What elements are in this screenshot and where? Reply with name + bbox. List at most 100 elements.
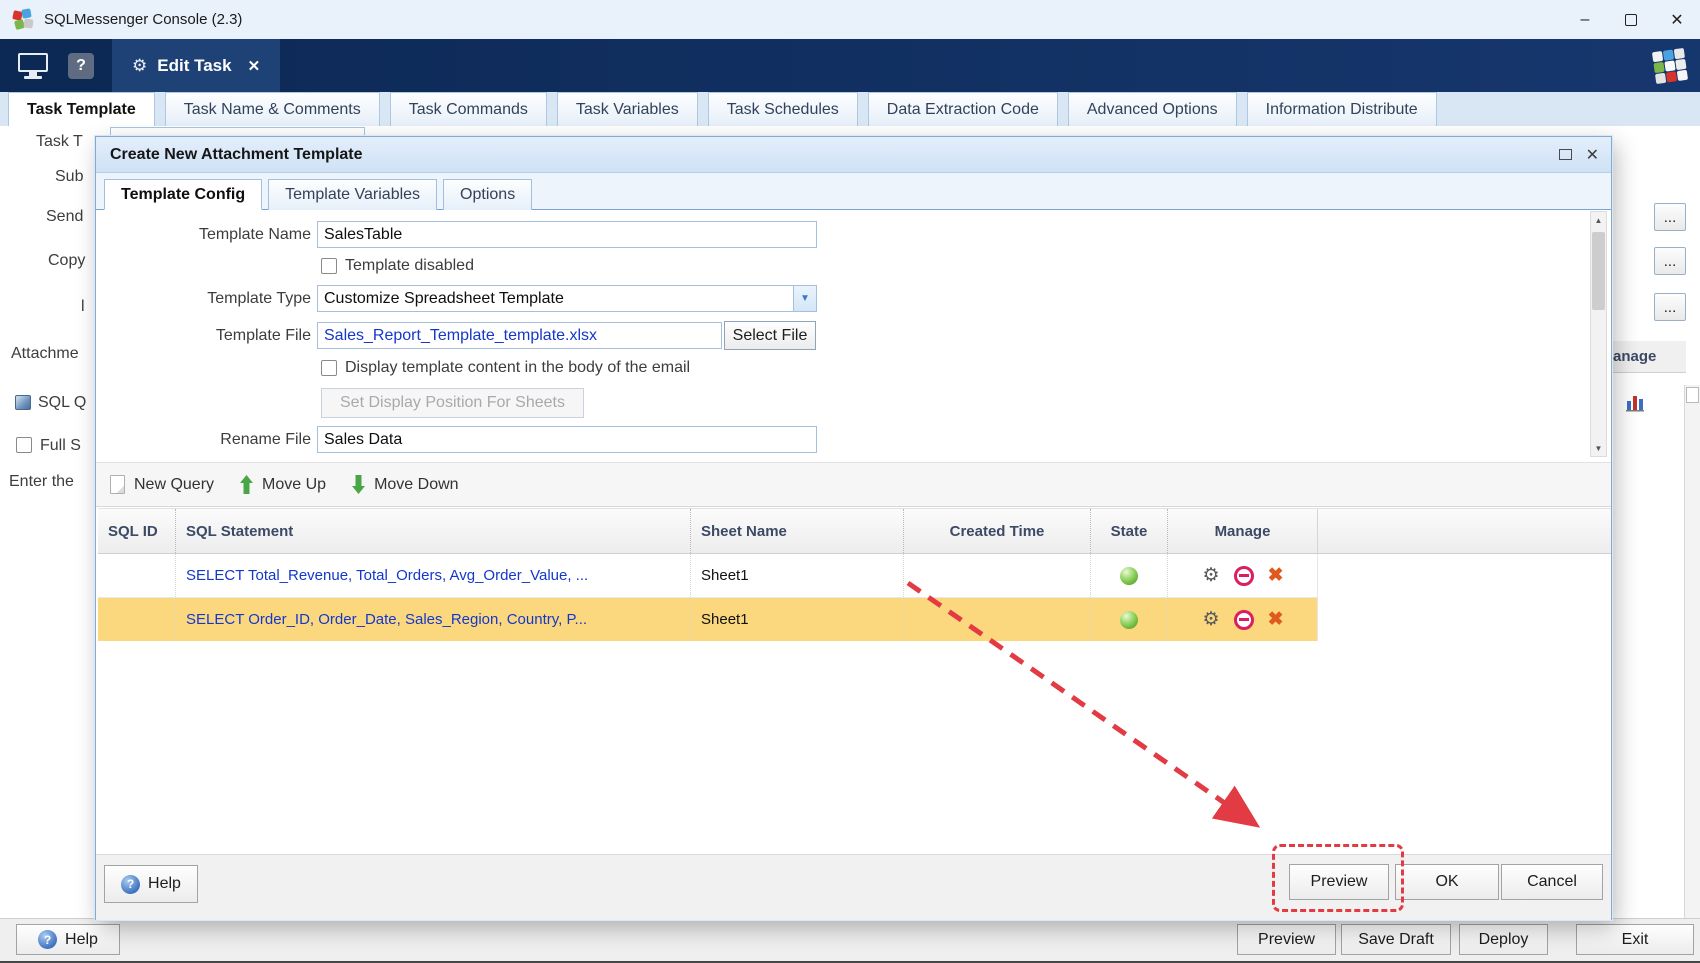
template-disabled-checkbox[interactable] (321, 258, 337, 274)
set-display-position-button[interactable]: Set Display Position For Sheets (321, 388, 584, 418)
template-file-input[interactable] (317, 322, 722, 349)
dialog-titlebar: Create New Attachment Template ✕ (96, 137, 1611, 173)
close-icon[interactable]: ✕ (1654, 0, 1700, 39)
dialog-tabstrip: Template Config Template Variables Optio… (96, 173, 1611, 210)
table-row[interactable]: SELECT Order_ID, Order_Date, Sales_Regio… (98, 598, 1318, 641)
scrollbar-thumb[interactable] (1686, 387, 1699, 403)
tab-template-variables[interactable]: Template Variables (268, 179, 437, 210)
bg-label-attachme: Attachme (11, 345, 79, 363)
arrow-down-icon (352, 475, 365, 494)
chevron-down-icon[interactable]: ▼ (793, 286, 816, 311)
display-content-label: Display template content in the body of … (345, 359, 690, 377)
exit-button[interactable]: Exit (1576, 924, 1694, 955)
tab-advanced-options[interactable]: Advanced Options (1068, 92, 1237, 126)
move-up-label: Move Up (262, 476, 326, 494)
browse-ellipsis-button-3[interactable]: ... (1654, 293, 1686, 321)
sql-table-header: SQL ID SQL Statement Sheet Name Created … (98, 508, 1611, 554)
main-toolbar: ? ⚙ Edit Task ✕ (0, 39, 1700, 92)
row-settings-icon[interactable]: ⚙ (1203, 566, 1220, 585)
deploy-button[interactable]: Deploy (1459, 924, 1548, 955)
bg-label-send: Send (46, 208, 83, 226)
cell-sql-id (98, 554, 176, 597)
cell-sql-statement[interactable]: SELECT Order_ID, Order_Date, Sales_Regio… (176, 598, 691, 641)
bg-label-copy: Copy (48, 252, 85, 270)
full-s-checkbox[interactable] (16, 437, 32, 453)
row-settings-icon[interactable]: ⚙ (1203, 610, 1220, 629)
bg-label-full-s: Full S (40, 437, 81, 455)
move-down-button[interactable]: Move Down (352, 475, 458, 494)
row-delete-icon[interactable]: ✖ (1268, 610, 1284, 629)
arrow-up-icon (240, 475, 253, 494)
right-scrollbar[interactable] (1684, 385, 1700, 918)
tab-task-variables[interactable]: Task Variables (557, 92, 698, 126)
template-type-dropdown[interactable]: Customize Spreadsheet Template ▼ (317, 285, 817, 312)
cell-sheet-name: Sheet1 (691, 598, 904, 641)
save-draft-button[interactable]: Save Draft (1341, 924, 1451, 955)
app-logo-icon (12, 9, 34, 31)
tab-template-config[interactable]: Template Config (104, 179, 262, 210)
main-tabstrip: Task Template Task Name & Comments Task … (0, 92, 1700, 126)
row-disable-icon[interactable] (1234, 566, 1254, 586)
state-green-icon (1120, 567, 1138, 585)
template-name-input[interactable] (317, 221, 817, 248)
bg-label-enter-the: Enter the (9, 473, 74, 491)
dialog-cancel-button[interactable]: Cancel (1501, 864, 1603, 900)
browse-ellipsis-button-2[interactable]: ... (1654, 247, 1686, 275)
new-query-button[interactable]: New Query (110, 475, 214, 494)
bg-manage-header-fragment: anage (1613, 341, 1686, 373)
brand-cubes-icon (1652, 47, 1688, 83)
tab-options[interactable]: Options (443, 179, 532, 210)
tab-task-template[interactable]: Task Template (8, 92, 155, 126)
bottom-help-button[interactable]: ? Help (16, 924, 120, 955)
new-document-icon (110, 475, 125, 494)
col-state[interactable]: State (1091, 509, 1168, 553)
template-type-label: Template Type (96, 290, 311, 308)
dialog-ok-button[interactable]: OK (1395, 864, 1499, 900)
move-up-button[interactable]: Move Up (240, 475, 326, 494)
bottom-preview-button[interactable]: Preview (1237, 924, 1336, 955)
scroll-up-icon[interactable]: ▲ (1591, 212, 1606, 228)
dialog-close-icon[interactable]: ✕ (1586, 145, 1599, 165)
row-delete-icon[interactable]: ✖ (1268, 566, 1284, 585)
minimize-icon[interactable]: – (1562, 0, 1608, 39)
row-disable-icon[interactable] (1234, 610, 1254, 630)
col-manage[interactable]: Manage (1168, 509, 1318, 553)
dialog-scrollbar[interactable]: ▲ ▼ (1590, 211, 1607, 457)
select-file-button[interactable]: Select File (724, 321, 816, 350)
tab-information-distribute[interactable]: Information Distribute (1247, 92, 1437, 126)
col-sql-id[interactable]: SQL ID (98, 509, 176, 553)
browse-ellipsis-button-1[interactable]: ... (1654, 203, 1686, 231)
rename-file-input[interactable] (317, 426, 817, 453)
cell-sql-id (98, 598, 176, 641)
create-attachment-template-dialog: Create New Attachment Template ✕ Templat… (95, 136, 1612, 920)
dialog-help-label: Help (148, 875, 181, 893)
console-monitor-icon[interactable] (16, 52, 50, 80)
underlying-tab-fragment (110, 127, 365, 136)
help-icon: ? (38, 930, 57, 949)
window-titlebar: SQLMessenger Console (2.3) – ✕ (0, 0, 1700, 39)
tab-data-extraction-code[interactable]: Data Extraction Code (868, 92, 1058, 126)
bg-label-sql-q: SQL Q (38, 394, 86, 412)
col-sheet-name[interactable]: Sheet Name (691, 509, 904, 553)
scroll-down-icon[interactable]: ▼ (1591, 440, 1606, 456)
cell-sql-statement[interactable]: SELECT Total_Revenue, Total_Orders, Avg_… (176, 554, 691, 597)
col-created-time[interactable]: Created Time (904, 509, 1091, 553)
maximize-icon[interactable] (1608, 0, 1654, 39)
col-sql-statement[interactable]: SQL Statement (176, 509, 691, 553)
template-disabled-row: Template disabled (321, 257, 474, 275)
tab-edit-task[interactable]: ⚙ Edit Task ✕ (112, 39, 280, 92)
tab-task-schedules[interactable]: Task Schedules (708, 92, 858, 126)
help-question-icon[interactable]: ? (68, 53, 94, 79)
table-row[interactable]: SELECT Total_Revenue, Total_Orders, Avg_… (98, 554, 1318, 598)
tab-task-name-comments[interactable]: Task Name & Comments (165, 92, 380, 126)
bg-label-sub: Sub (55, 168, 83, 186)
close-tab-icon[interactable]: ✕ (248, 57, 261, 75)
app-window: SQLMessenger Console (2.3) – ✕ ? ⚙ Edit … (0, 0, 1700, 963)
dialog-maximize-icon[interactable] (1559, 149, 1572, 160)
tab-task-commands[interactable]: Task Commands (390, 92, 547, 126)
chart-icon[interactable] (1626, 392, 1646, 412)
display-content-checkbox[interactable] (321, 360, 337, 376)
sql-query-icon (15, 395, 31, 410)
dialog-help-button[interactable]: ? Help (104, 865, 198, 903)
dialog-scrollbar-thumb[interactable] (1592, 232, 1605, 310)
